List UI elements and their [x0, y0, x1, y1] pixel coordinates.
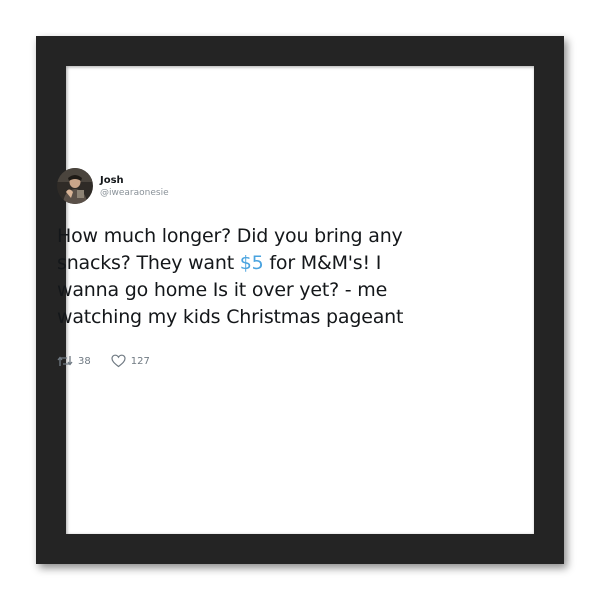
- tweet-actions: 38 127: [57, 353, 437, 369]
- heart-icon: [111, 354, 126, 368]
- avatar[interactable]: [57, 168, 93, 204]
- like-button[interactable]: 127: [111, 354, 150, 368]
- display-name[interactable]: Josh: [100, 174, 169, 187]
- tweet-text: How much longer? Did you bring any snack…: [57, 223, 437, 331]
- user-handle[interactable]: @iwearaonesie: [100, 187, 169, 199]
- tweet-author: Josh @iwearaonesie: [57, 168, 437, 204]
- retweet-icon: [57, 356, 73, 366]
- author-names: Josh @iwearaonesie: [100, 174, 169, 199]
- retweet-count: 38: [78, 355, 91, 367]
- retweet-button[interactable]: 38: [57, 354, 91, 368]
- price-highlight: $5: [239, 252, 264, 274]
- profile-photo-icon: [57, 168, 93, 204]
- like-count: 127: [130, 355, 150, 367]
- tweet-card: Josh @iwearaonesie How much longer? Did …: [57, 168, 437, 369]
